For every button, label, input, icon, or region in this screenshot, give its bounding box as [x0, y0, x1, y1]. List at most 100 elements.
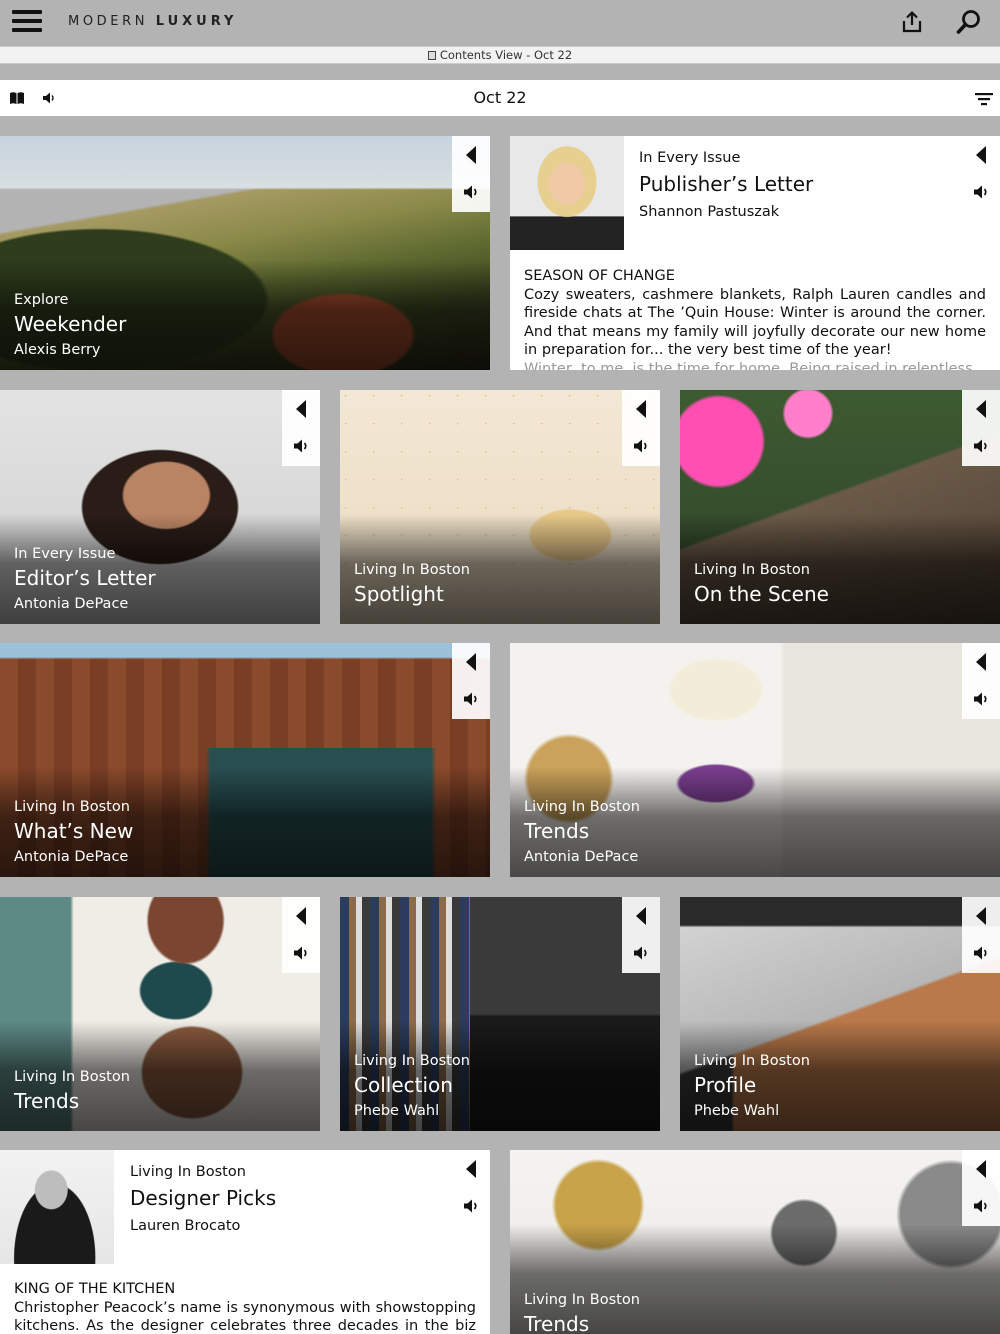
card-byline: Phebe Wahl	[694, 1103, 780, 1119]
card-byline: Phebe Wahl	[354, 1103, 440, 1119]
article-card-on-the-scene[interactable]: Living In Boston On the Scene	[680, 390, 1000, 624]
play-back-triangle-icon[interactable]	[636, 400, 646, 418]
card-section: Living In Boston	[524, 799, 640, 815]
card-headline: Spotlight	[354, 582, 444, 606]
card-byline: Shannon Pastuszak	[639, 204, 780, 220]
card-byline: Antonia DePace	[14, 849, 129, 865]
speaker-icon[interactable]	[463, 184, 481, 200]
play-back-triangle-icon[interactable]	[976, 400, 986, 418]
article-card-trends-2[interactable]: Living In Boston Trends	[0, 897, 320, 1131]
excerpt-title: SEASON OF CHANGE	[524, 268, 675, 284]
logo-bold-text: LUXURY	[155, 14, 238, 29]
card-byline: Lauren Brocato	[130, 1218, 241, 1234]
card-controls	[962, 897, 1000, 973]
article-card-collection[interactable]: Living In Boston Collection Phebe Wahl	[340, 897, 660, 1131]
speaker-icon[interactable]	[973, 945, 991, 961]
excerpt-title: KING OF THE KITCHEN	[14, 1281, 176, 1297]
share-icon[interactable]	[898, 8, 926, 36]
card-headline: Profile	[694, 1073, 757, 1097]
app-logo[interactable]: MODERN LUXURY	[68, 14, 237, 29]
card-section: Living In Boston	[130, 1164, 246, 1180]
play-back-triangle-icon[interactable]	[296, 907, 306, 925]
speaker-icon[interactable]	[633, 438, 651, 454]
card-controls	[962, 390, 1000, 466]
card-section: Living In Boston	[694, 1053, 810, 1069]
card-section: Living In Boston	[694, 562, 810, 578]
logo-light-text: MODERN	[68, 14, 149, 29]
filter-icon[interactable]	[975, 91, 993, 107]
play-back-triangle-icon[interactable]	[466, 146, 476, 164]
card-section: Living In Boston	[14, 799, 130, 815]
speaker-icon[interactable]	[973, 438, 991, 454]
article-card-designer-picks[interactable]: Living In Boston Designer Picks Lauren B…	[0, 1150, 490, 1334]
card-byline: Alexis Berry	[14, 342, 101, 358]
card-controls	[962, 136, 1000, 212]
speaker-icon[interactable]	[633, 945, 651, 961]
card-headline: Trends	[524, 1312, 590, 1334]
article-card-editors-letter[interactable]: In Every Issue Editor’s Letter Antonia D…	[0, 390, 320, 624]
card-headline: Publisher’s Letter	[639, 172, 814, 196]
card-section: In Every Issue	[639, 150, 741, 166]
speaker-icon[interactable]	[973, 1198, 991, 1214]
card-controls	[282, 897, 320, 973]
play-back-triangle-icon[interactable]	[466, 1160, 476, 1178]
article-card-trends-3[interactable]: Living In Boston Trends	[510, 1150, 1000, 1334]
article-excerpt: SEASON OF CHANGE Cozy sweaters, cashmere…	[524, 267, 986, 370]
card-headline: Editor’s Letter	[14, 566, 156, 590]
card-section: Explore	[14, 292, 69, 308]
excerpt-continued: Winter, to me, is the time for home. Bei…	[524, 360, 973, 371]
speaker-icon[interactable]	[463, 691, 481, 707]
top-bar: MODERN LUXURY	[0, 0, 1000, 46]
card-headline: Designer Picks	[130, 1186, 277, 1210]
card-headline: Trends	[14, 1089, 80, 1113]
play-back-triangle-icon[interactable]	[636, 907, 646, 925]
card-headline: Collection	[354, 1073, 453, 1097]
card-controls	[282, 390, 320, 466]
card-controls	[962, 1150, 1000, 1226]
article-card-spotlight[interactable]: Living In Boston Spotlight	[340, 390, 660, 624]
search-icon[interactable]	[955, 8, 983, 36]
author-portrait	[510, 136, 624, 250]
play-back-triangle-icon[interactable]	[976, 146, 986, 164]
article-card-whats-new[interactable]: Living In Boston What’s New Antonia DePa…	[0, 643, 490, 877]
speaker-icon[interactable]	[973, 184, 991, 200]
contents-view-bar[interactable]: Contents View - Oct 22	[0, 46, 1000, 64]
article-card-trends[interactable]: Living In Boston Trends Antonia DePace	[510, 643, 1000, 877]
play-back-triangle-icon[interactable]	[976, 907, 986, 925]
card-headline: On the Scene	[694, 582, 829, 606]
card-section: Living In Boston	[14, 1069, 130, 1085]
issue-date-title: Oct 22	[473, 88, 527, 107]
hamburger-menu-icon[interactable]	[12, 10, 42, 34]
card-controls	[452, 643, 490, 719]
speaker-icon[interactable]	[293, 438, 311, 454]
card-byline: Antonia DePace	[524, 849, 639, 865]
card-controls	[452, 1150, 490, 1226]
card-headline: Trends	[524, 819, 590, 843]
play-back-triangle-icon[interactable]	[976, 1160, 986, 1178]
document-icon	[427, 51, 436, 60]
card-section: Living In Boston	[354, 1053, 470, 1069]
card-byline: Antonia DePace	[14, 596, 129, 612]
play-back-triangle-icon[interactable]	[466, 653, 476, 671]
article-excerpt: KING OF THE KITCHEN Christopher Peacock’…	[14, 1280, 476, 1334]
excerpt-text: Cozy sweaters, cashmere blankets, Ralph …	[524, 286, 986, 359]
excerpt-text: Christopher Peacock’s name is synonymous…	[14, 1299, 476, 1334]
issue-date-bar: Oct 22	[0, 80, 1000, 116]
card-section: Living In Boston	[354, 562, 470, 578]
article-card-weekender[interactable]: Explore Weekender Alexis Berry	[0, 136, 490, 370]
speaker-icon[interactable]	[973, 691, 991, 707]
card-section: Living In Boston	[524, 1292, 640, 1308]
card-controls	[962, 643, 1000, 719]
card-controls	[622, 390, 660, 466]
card-controls	[452, 136, 490, 212]
speaker-icon[interactable]	[463, 1198, 481, 1214]
article-card-profile[interactable]: Living In Boston Profile Phebe Wahl	[680, 897, 1000, 1131]
speaker-icon[interactable]	[293, 945, 311, 961]
contents-view-label: Contents View - Oct 22	[439, 48, 573, 62]
play-back-triangle-icon[interactable]	[976, 653, 986, 671]
author-portrait	[0, 1150, 114, 1264]
play-back-triangle-icon[interactable]	[296, 400, 306, 418]
card-headline: What’s New	[14, 819, 134, 843]
card-section: In Every Issue	[14, 546, 116, 562]
article-card-publishers-letter[interactable]: In Every Issue Publisher’s Letter Shanno…	[510, 136, 1000, 370]
